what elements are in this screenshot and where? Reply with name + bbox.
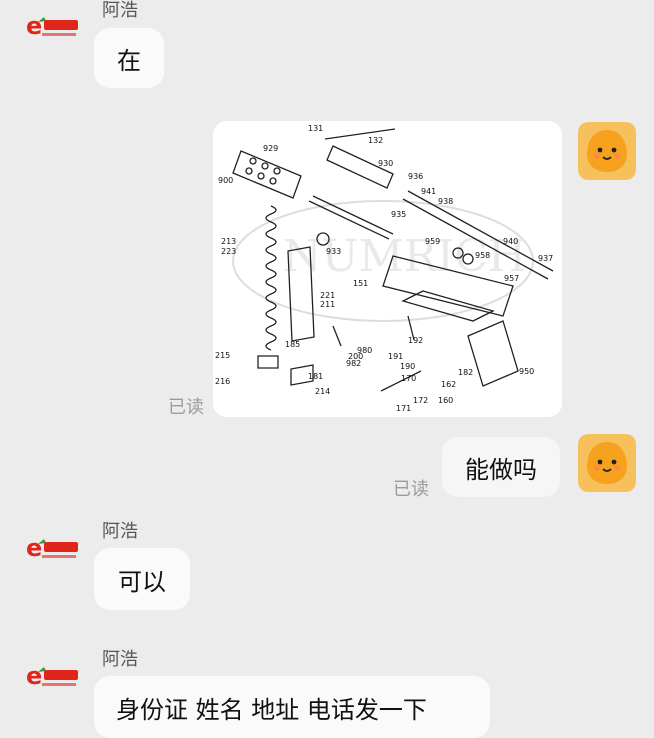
part-number-label: 933 xyxy=(326,247,341,256)
message-text: 可以 xyxy=(118,567,166,596)
part-number-label: 957 xyxy=(504,274,519,283)
part-number-label: 170 xyxy=(401,374,416,383)
part-number-label: 162 xyxy=(441,380,456,389)
image-message[interactable]: NUMRICH 131 132 929 930 936 941 938 900 … xyxy=(213,121,562,417)
part-number-label: 215 xyxy=(215,351,230,360)
shop-avatar[interactable]: e xyxy=(24,8,82,48)
message-text: 身份证 姓名 地址 电话发一下 xyxy=(116,695,427,724)
my-avatar[interactable] xyxy=(578,122,636,180)
part-number-label: 182 xyxy=(458,368,473,377)
sender-name: 阿浩 xyxy=(102,0,138,21)
part-number-label: 940 xyxy=(503,237,518,246)
part-number-label: 221 xyxy=(320,291,335,300)
part-number-label: 151 xyxy=(353,279,368,288)
part-number-label: 935 xyxy=(391,210,406,219)
part-number-label: 216 xyxy=(215,377,230,386)
part-number-label: 181 xyxy=(308,372,323,381)
shop-logo-icon: e xyxy=(26,12,78,40)
part-number-label: 936 xyxy=(408,172,423,181)
shop-avatar[interactable]: e xyxy=(24,530,82,570)
part-number-label: 938 xyxy=(438,197,453,206)
shop-logo-icon: e xyxy=(26,534,78,562)
part-number-label: 223 xyxy=(221,247,236,256)
part-number-label: 200 xyxy=(348,352,363,361)
part-number-label: 185 xyxy=(285,340,300,349)
shop-avatar[interactable]: e xyxy=(24,658,82,698)
part-number-label: 190 xyxy=(400,362,415,371)
svg-text:e: e xyxy=(26,662,42,690)
sender-name: 阿浩 xyxy=(102,649,138,670)
message-bubble[interactable]: 能做吗 xyxy=(442,437,560,497)
part-number-label: 213 xyxy=(221,237,236,246)
exploded-diagram-image: NUMRICH 13113292993093694193890093594093… xyxy=(213,121,562,417)
part-number-label: 192 xyxy=(408,336,423,345)
svg-text:e: e xyxy=(26,12,42,40)
part-number-label: 214 xyxy=(315,387,330,396)
part-number-label: 958 xyxy=(475,251,490,260)
my-avatar[interactable] xyxy=(578,434,636,492)
message-bubble[interactable]: 在 xyxy=(94,28,164,88)
sender-name: 阿浩 xyxy=(102,521,138,542)
part-number-label: 132 xyxy=(368,136,383,145)
part-number-label: 929 xyxy=(263,144,278,153)
part-number-label: 900 xyxy=(218,176,233,185)
part-number-label: 959 xyxy=(425,237,440,246)
orange-mascot-icon xyxy=(578,122,636,180)
shop-logo-icon: e xyxy=(26,662,78,690)
part-number-label: 950 xyxy=(519,367,534,376)
part-number-label: 160 xyxy=(438,396,453,405)
svg-text:e: e xyxy=(26,534,42,562)
message-bubble[interactable]: 可以 xyxy=(94,548,190,610)
part-number-label: 941 xyxy=(421,187,436,196)
part-number-label: 171 xyxy=(396,404,411,413)
read-receipt: 已读 xyxy=(168,397,204,418)
part-number-label: 172 xyxy=(413,396,428,405)
read-receipt: 已读 xyxy=(393,479,429,500)
part-number-label: 191 xyxy=(388,352,403,361)
message-text: 在 xyxy=(117,46,141,75)
part-number-label: 930 xyxy=(378,159,393,168)
message-text: 能做吗 xyxy=(465,455,537,484)
orange-mascot-icon xyxy=(578,434,636,492)
message-bubble[interactable]: 身份证 姓名 地址 电话发一下 xyxy=(94,676,490,738)
part-number-label: 211 xyxy=(320,300,335,309)
part-number-label: 937 xyxy=(538,254,553,263)
part-number-label: 131 xyxy=(308,124,323,133)
